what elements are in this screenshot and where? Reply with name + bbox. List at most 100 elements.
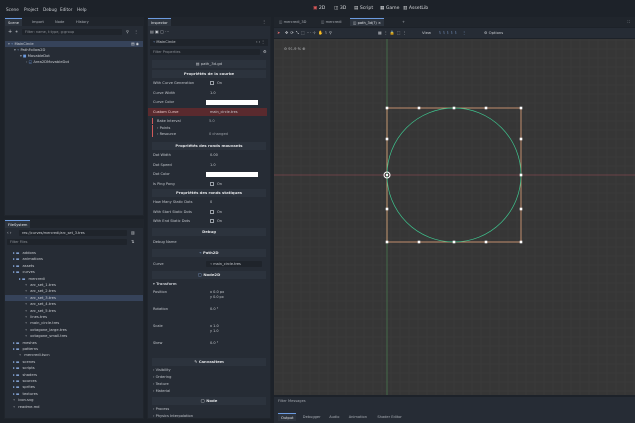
bottom-tab[interactable]: Shader Editor (374, 413, 405, 421)
handle[interactable] (519, 173, 523, 177)
scene-tab-1[interactable]: ◫ mercredi_3D (276, 18, 309, 26)
property-value[interactable]: On (206, 218, 262, 224)
snap-tools-icon[interactable]: ▦⋮🔒⬚⋮ (378, 30, 409, 35)
file-item[interactable]: ▸ ▬ shaders (5, 372, 143, 378)
property-value[interactable]: 0.0 ° (206, 340, 262, 346)
menu-editor[interactable]: Editor (60, 7, 72, 12)
handle[interactable] (385, 106, 389, 110)
add-node-icon[interactable]: + (8, 29, 12, 35)
file-item[interactable]: ⌁ arc_set_1.tres (5, 282, 143, 288)
new-tab-icon[interactable]: + (399, 18, 408, 26)
file-item[interactable]: ▸ ▬ curves (5, 269, 143, 275)
file-item[interactable]: ⌁ octagone_small.tres (5, 333, 143, 339)
file-item[interactable]: ⌁ readme.md (5, 404, 143, 410)
file-item[interactable]: ▸ ▬ sprites (5, 384, 143, 390)
sort-icon[interactable]: ⇅ (131, 239, 134, 244)
collapsed-group[interactable]: › Process (148, 406, 267, 413)
tab-inspector[interactable]: Inspector (148, 18, 171, 26)
file-item[interactable]: ⌁ mercredi.tscn (5, 352, 143, 358)
color-swatch[interactable] (206, 99, 258, 105)
select-tool-icon[interactable]: ➤ (277, 30, 280, 35)
file-item[interactable]: ▸ ▬ mercredi (5, 276, 143, 282)
file-item[interactable]: ▸ ▬ sources (5, 378, 143, 384)
class-path2d[interactable]: ⌁ Path2D (152, 249, 266, 257)
path-field[interactable]: res://curves/mercredi/arc_set_3.tres (19, 230, 127, 236)
file-item[interactable]: ⌁ arc_set_2.tres (5, 288, 143, 294)
options-menu[interactable]: ⚙ Options (484, 30, 503, 35)
filter-messages[interactable]: Filter Messages (278, 399, 306, 403)
transform-tools-icon[interactable]: ✥⟳⤡⬚⋯⊹✋⌇⚲ (285, 30, 334, 35)
file-item[interactable]: ⌁ octagone_large.tres (5, 327, 143, 333)
viewport-2d[interactable]: ⊖ 91.9 % ⊕ (274, 39, 635, 395)
bottom-tab[interactable]: Output (278, 413, 297, 421)
collapsed-group[interactable]: › Ordering (148, 374, 267, 381)
scene-tab-3[interactable]: ◫ path_3d(?) × (350, 18, 384, 26)
collapsed-group[interactable]: › Visibility (148, 367, 267, 374)
node-selector[interactable]: ⌁ MainCircle ‹ › ⋮ (150, 39, 268, 46)
section-static-dots[interactable]: Propriétés des ronds statiques (152, 189, 266, 197)
checkbox[interactable] (210, 181, 214, 186)
handle[interactable] (519, 137, 523, 141)
file-item[interactable]: ▸ ▬ scripts (5, 365, 143, 371)
file-item[interactable]: ▸ ▬ scenes (5, 359, 143, 365)
scene-menu-icon[interactable]: ⋮ (134, 29, 138, 34)
color-swatch[interactable] (206, 171, 258, 177)
file-item[interactable]: ⌁ arc_set_3.tres (5, 294, 143, 301)
property-value[interactable]: On (206, 181, 262, 187)
file-item[interactable]: ⌁ icon.svg (5, 397, 143, 403)
file-item[interactable]: ⌁ arc_set_5.tres (5, 308, 143, 314)
handle[interactable] (417, 240, 421, 244)
file-item[interactable]: ▸ ▬ addons (5, 250, 143, 256)
back-icon[interactable]: ‹ › (7, 230, 11, 235)
collapsed-group[interactable]: › Texture (148, 381, 267, 388)
menu-project[interactable]: Project (24, 7, 38, 12)
scene-filter-input[interactable]: Filter: name, t:type, g:group (22, 29, 122, 35)
tree-item-area2d[interactable]: › ◱ Area2DMovableDot (5, 59, 143, 65)
property-value[interactable]: 1.0 (206, 90, 262, 96)
transform-group[interactable]: ▾ Transform (148, 280, 267, 288)
class-node[interactable]: ◯ Node (152, 397, 266, 405)
tab-history[interactable]: History (73, 18, 92, 26)
menu-debug[interactable]: Debug (43, 7, 57, 12)
handle[interactable] (519, 207, 523, 211)
curve-edit-tools-icon[interactable]: ⌇⌇⌇⌇⌇ ⋮ (439, 30, 468, 35)
class-node2d[interactable]: ◯ Node2D (152, 271, 266, 279)
property-value[interactable]: x 1.0 y 1.0 (206, 323, 262, 333)
menu-scene[interactable]: Scene (6, 7, 19, 12)
curve-resource[interactable]: ⌁ main_circle.tres (206, 261, 262, 267)
handle[interactable] (385, 207, 389, 211)
file-item[interactable]: ⌁ arc_set_4.tres (5, 301, 143, 307)
tab-import[interactable]: Import (29, 18, 47, 26)
filter-settings-icon[interactable]: ⚙ (263, 49, 267, 54)
file-item[interactable]: ▸ ▬ patterns (5, 346, 143, 352)
property-value[interactable]: 1.0 (206, 162, 262, 168)
link-icon[interactable]: ⚭ (15, 29, 18, 34)
handle[interactable] (385, 240, 389, 244)
toolbar-icons[interactable]: ▤ ▣ ▢ ⋯ (150, 29, 169, 34)
scene-tab-2[interactable]: ◫ mercredi (318, 18, 345, 26)
file-item[interactable]: ▸ ▬ assets (5, 263, 143, 269)
handle[interactable] (417, 106, 421, 110)
file-item[interactable]: ▸ ▬ animations (5, 256, 143, 262)
collapsed-group[interactable]: › Material (148, 388, 267, 395)
bottom-tab[interactable]: Animation (346, 413, 370, 421)
mode-2d[interactable]: ▣ 2D (313, 6, 325, 11)
handle[interactable] (385, 137, 389, 141)
checkbox[interactable] (210, 219, 214, 223)
property-filter-input[interactable]: Filter Properties (150, 49, 260, 55)
handle[interactable] (452, 240, 456, 244)
tab-filesystem[interactable]: FileSystem (5, 220, 31, 228)
property-value[interactable]: x 0.0 px y 0.0 px (206, 289, 262, 299)
property-value[interactable]: 5.0 (209, 118, 215, 124)
handle[interactable] (484, 240, 488, 244)
mode-script[interactable]: ▤ Script (354, 6, 373, 11)
property-value[interactable]: On (206, 80, 262, 86)
tab-node[interactable]: Node (52, 18, 67, 26)
file-item[interactable]: ⌁ lines.tres (5, 314, 143, 320)
inspector-menu-icon[interactable]: ⋮ (262, 19, 266, 24)
mode-game[interactable]: ▦ Game (380, 6, 400, 11)
checkbox[interactable] (210, 209, 214, 214)
property-value[interactable]: 0.0 ° (206, 306, 262, 312)
property-value[interactable]: On (206, 209, 262, 215)
class-canvasitem[interactable]: ✎ CanvasItem (152, 358, 266, 366)
